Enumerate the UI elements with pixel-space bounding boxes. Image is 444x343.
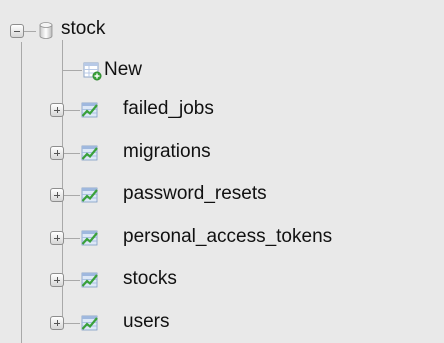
navigation-tree: stock New failed_jobs migrations passwor… (0, 0, 444, 343)
database-row[interactable]: stock (0, 17, 444, 47)
tree-connector-line (64, 153, 80, 154)
table-row[interactable]: users (0, 310, 444, 340)
database-icon (39, 22, 53, 39)
table-icon (81, 145, 98, 161)
expand-icon[interactable] (50, 188, 64, 202)
tree-connector-line (64, 195, 80, 196)
table-icon (81, 230, 98, 246)
table-row[interactable]: failed_jobs (0, 97, 444, 127)
expand-icon[interactable] (50, 103, 64, 117)
table-name[interactable]: failed_jobs (123, 98, 214, 120)
collapse-icon[interactable] (10, 24, 24, 38)
tree-connector-line (24, 31, 36, 32)
table-icon (81, 272, 98, 288)
table-icon (81, 102, 98, 118)
table-name[interactable]: users (123, 311, 169, 333)
database-name[interactable]: stock (61, 18, 105, 40)
new-table-label[interactable]: New (104, 59, 142, 81)
expand-icon[interactable] (50, 273, 64, 287)
tree-connector-line (64, 238, 80, 239)
table-name[interactable]: stocks (123, 268, 177, 290)
tree-connector-line (64, 280, 80, 281)
tree-connector-line (64, 110, 80, 111)
table-name[interactable]: password_resets (123, 183, 267, 205)
new-table-row[interactable]: New (0, 58, 444, 88)
expand-icon[interactable] (50, 146, 64, 160)
tree-connector-line (64, 323, 80, 324)
table-row[interactable]: personal_access_tokens (0, 225, 444, 255)
table-name[interactable]: personal_access_tokens (123, 226, 332, 248)
table-name[interactable]: migrations (123, 141, 211, 163)
table-row[interactable]: migrations (0, 140, 444, 170)
expand-icon[interactable] (50, 231, 64, 245)
new-table-icon (83, 62, 102, 81)
tree-connector-line (62, 70, 82, 71)
expand-icon[interactable] (50, 316, 64, 330)
table-row[interactable]: password_resets (0, 182, 444, 212)
table-row[interactable]: stocks (0, 267, 444, 297)
table-icon (81, 187, 98, 203)
table-icon (81, 315, 98, 331)
